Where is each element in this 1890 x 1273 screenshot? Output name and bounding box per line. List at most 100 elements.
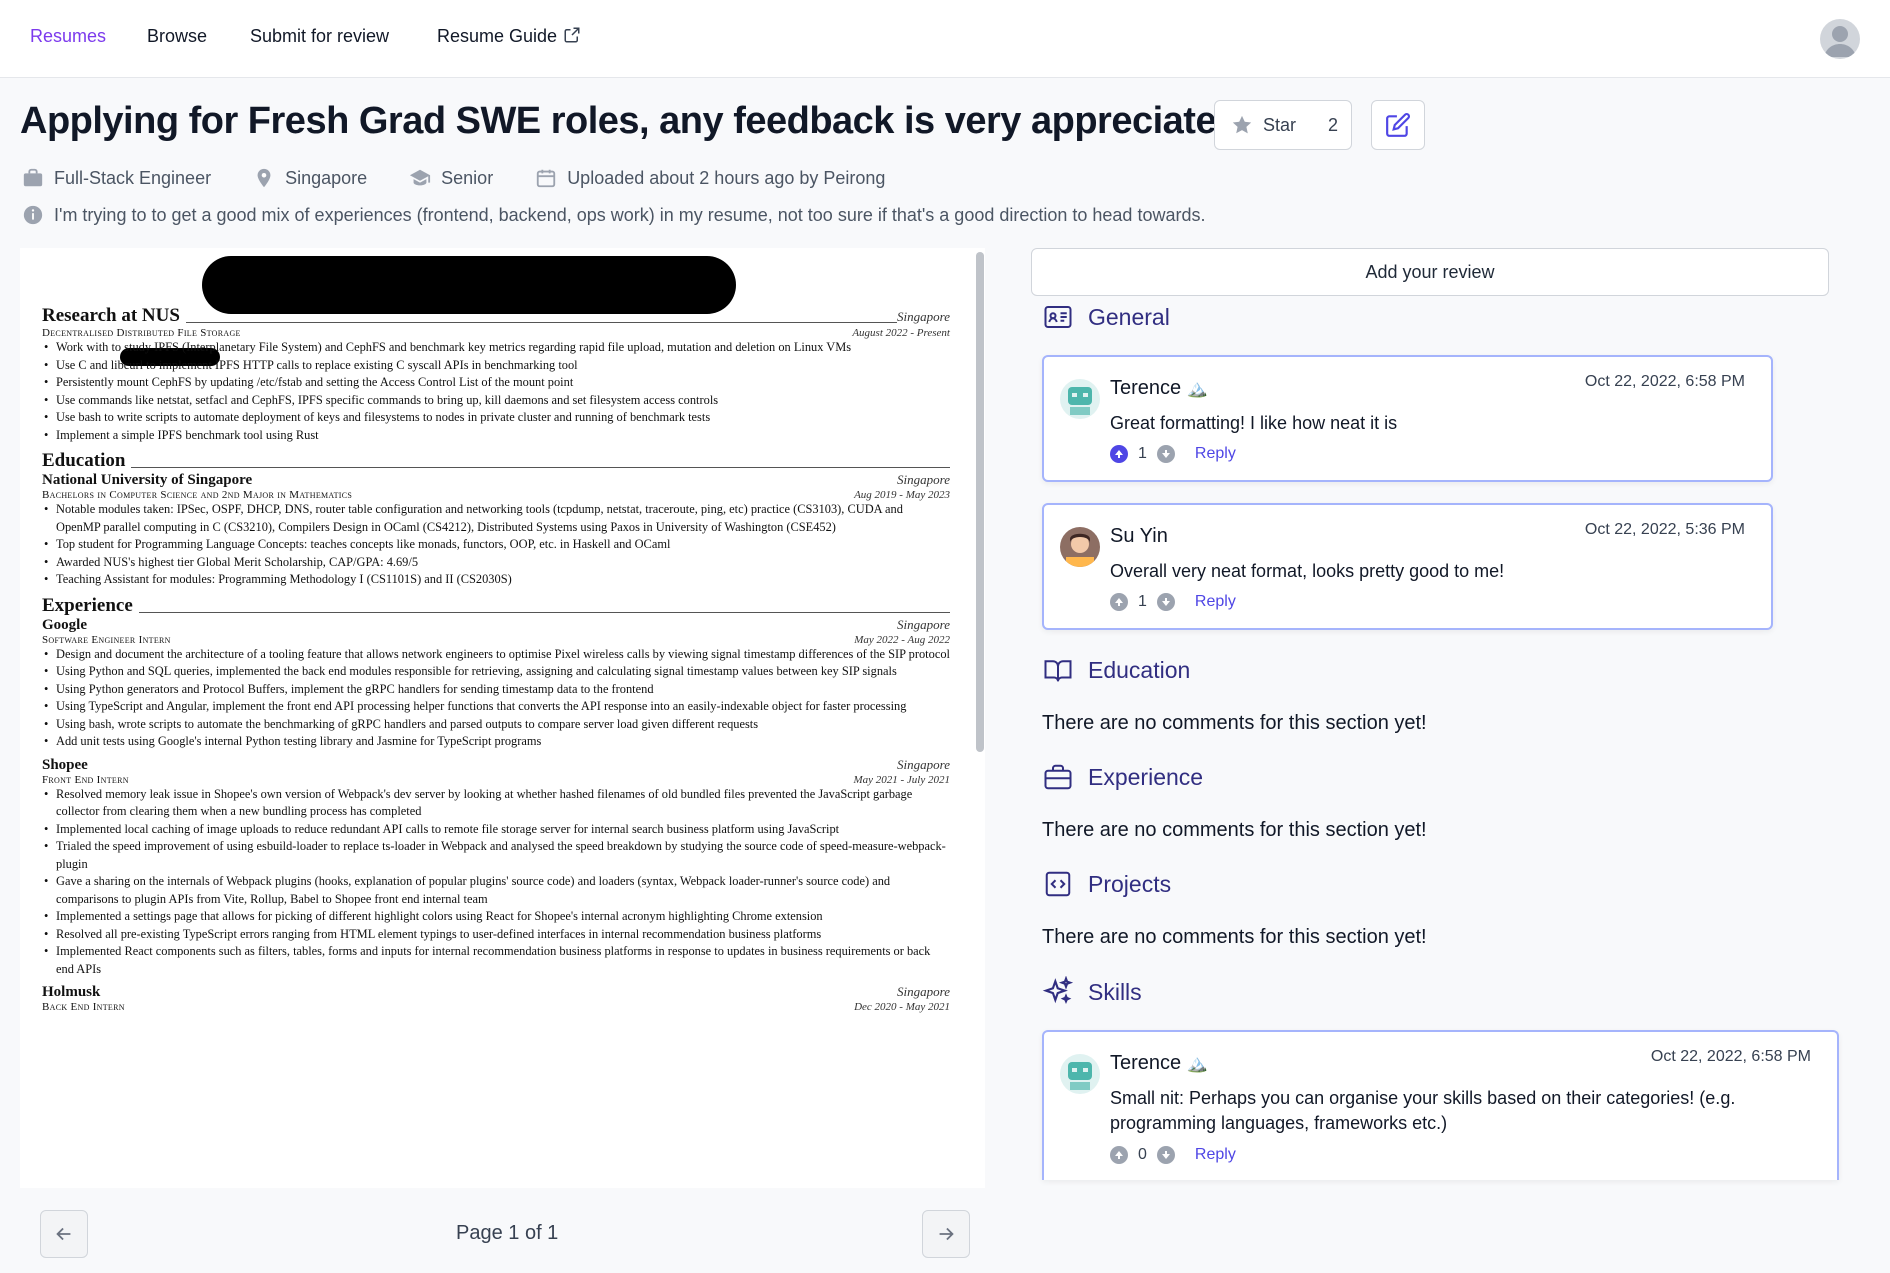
user-avatar-icon[interactable] [1820,19,1860,59]
reply-button[interactable]: Reply [1195,1146,1236,1164]
avatar [1060,1054,1100,1094]
education-org: National University of Singapore [42,472,253,488]
list-item: Persistently mount CephFS by updating /e… [42,374,950,392]
list-item: Design and document the architecture of … [42,646,950,664]
section-projects: Projects [1042,869,1171,899]
list-item: Work with to study IPFS (Interplanetary … [42,339,950,357]
comment-actions: 0 Reply [1110,1146,1236,1164]
list-item: Implemented React components such as fil… [42,943,950,978]
avatar [1060,527,1100,567]
google-org: Google [42,616,87,633]
list-item: Top student for Programming Language Con… [42,536,950,554]
section-experience-title: Experience [1088,763,1204,790]
star-label: Star [1263,114,1297,135]
research-location: Singapore [897,309,950,324]
section-education: Education [1042,655,1190,685]
list-item: Resolved all pre-existing TypeScript err… [42,926,950,944]
holmusk-location: Singapore [897,984,950,999]
nav-browse[interactable]: Browse [147,26,207,47]
comment-card: Su Yin Oct 22, 2022, 5:36 PM Overall ver… [1042,503,1773,630]
list-item: Use bash to write scripts to automate de… [42,409,950,427]
comment-author: Su Yin [1110,525,1168,547]
holmusk-date: Dec 2020 - May 2021 [854,1001,950,1013]
section-experience: Experience [1042,762,1203,792]
nav-resumes[interactable]: Resumes [30,26,106,47]
edit-icon [1386,113,1410,137]
research-subheader: Decentralised Distributed File Storage A… [42,327,950,339]
add-review-button[interactable]: Add your review [1031,248,1829,296]
experience-section-title: Experience [42,595,950,617]
comment-card: Terence 🏔️ Oct 22, 2022, 6:58 PM Small n… [1042,1030,1839,1180]
list-item: Add unit tests using Google's internal P… [42,733,950,751]
list-item: Gave a sharing on the internals of Webpa… [42,873,950,908]
education-subtitle: Bachelors in Computer Science and 2nd Ma… [42,489,353,501]
briefcase-icon [23,168,43,187]
nav-submit-for-review[interactable]: Submit for review [250,26,389,47]
next-page-button[interactable] [922,1210,970,1258]
upvote-icon[interactable] [1110,445,1128,463]
research-date: August 2022 - Present [852,327,950,339]
downvote-icon[interactable] [1156,1146,1175,1164]
education-empty-text: There are no comments for this section y… [1042,712,1427,734]
education-subheader: Bachelors in Computer Science and 2nd Ma… [42,489,950,501]
meta-uploaded: Uploaded about 2 hours ago by Peirong [535,167,885,189]
comment-date: Oct 22, 2022, 6:58 PM [1650,1048,1811,1065]
comment-text: Overall very neat format, looks pretty g… [1110,561,1505,581]
upvote-icon[interactable] [1110,1146,1128,1164]
code-bracket-icon [1045,871,1071,897]
nav-resume-guide-label: Resume Guide [437,26,558,46]
list-item: Awarded NUS's highest tier Global Merit … [42,554,950,572]
comment-actions: 1 Reply [1110,445,1236,463]
list-item: Teaching Assistant for modules: Programm… [42,571,950,589]
education-date: Aug 2019 - May 2023 [854,489,950,501]
list-item: Use commands like netstat, setfacl and C… [42,392,950,410]
id-card-icon [1044,306,1072,328]
upvote-icon[interactable] [1110,593,1128,611]
vote-count: 1 [1138,593,1147,610]
vote-count: 1 [1138,445,1147,462]
edit-button[interactable] [1371,100,1425,150]
book-open-icon [1044,660,1072,682]
map-pin-icon [257,168,271,188]
reply-button[interactable]: Reply [1195,593,1236,611]
list-item: Using Python and SQL queries, implemente… [42,663,950,681]
comment-text: Small nit: Perhaps you can organise your… [1110,1088,1736,1133]
comment-author: Terence 🏔️ [1110,377,1208,399]
external-link-icon [564,27,580,43]
shopee-subtitle: Front End Intern [42,773,129,786]
holmusk-header: Holmusk Singapore [42,984,950,1001]
comment-date: Oct 22, 2022, 5:36 PM [1584,521,1745,538]
additional-info-text: I'm trying to to get a good mix of exper… [54,204,1206,225]
google-location: Singapore [897,616,950,632]
google-date: May 2022 - Aug 2022 [854,633,950,646]
list-item: Using TypeScript and Angular, implement … [42,698,950,716]
meta-experience: Senior [409,167,493,189]
experience-empty-text: There are no comments for this section y… [1042,819,1427,841]
shopee-date: May 2021 - July 2021 [853,773,950,786]
resume-scrollbar[interactable] [976,252,984,752]
downvote-icon[interactable] [1156,445,1175,463]
comment-author: Terence 🏔️ [1110,1052,1208,1074]
nav-resume-guide[interactable]: Resume Guide [437,26,581,47]
previous-page-button[interactable] [40,1210,88,1258]
shopee-header: Shopee Singapore [42,757,950,774]
education-location: Singapore [897,472,950,487]
google-bullets: Design and document the architecture of … [42,646,950,751]
shopee-location: Singapore [897,756,950,772]
shopee-subheader: Front End Intern May 2021 - July 2021 [42,774,950,786]
star-button[interactable]: Star 2 [1214,100,1352,150]
section-general: General [1042,302,1170,332]
section-projects-title: Projects [1088,870,1172,897]
meta-experience-text: Senior [441,167,494,188]
list-item: Using bash, wrote scripts to automate th… [42,716,950,734]
arrow-right-icon [939,1227,954,1241]
page-title: Applying for Fresh Grad SWE roles, any f… [20,100,1251,142]
meta-role: Full-Stack Engineer [22,167,211,189]
comment-actions: 1 Reply [1110,593,1236,611]
education-section-title: Education [42,450,950,472]
star-count: 2 [1328,114,1339,135]
shopee-org: Shopee [42,756,88,773]
downvote-icon[interactable] [1156,593,1175,611]
reply-button[interactable]: Reply [1195,445,1236,463]
research-subtitle: Decentralised Distributed File Storage [42,327,241,339]
